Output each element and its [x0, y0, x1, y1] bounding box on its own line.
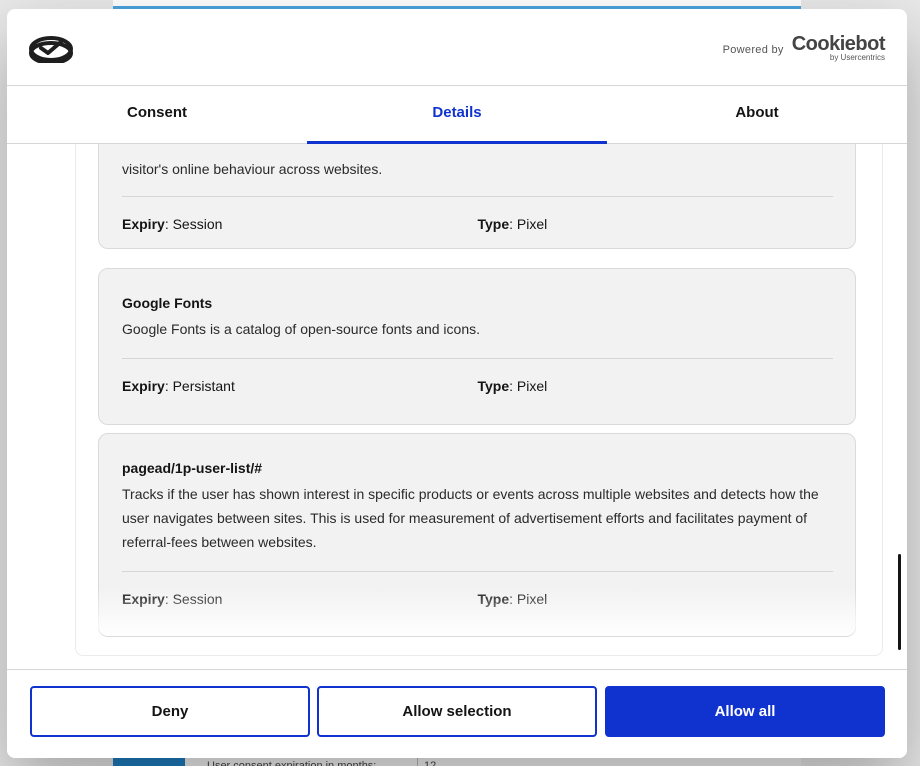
dialog-header: Powered by Cookiebot by Usercentrics — [7, 9, 907, 86]
tab-consent[interactable]: Consent — [7, 86, 307, 143]
cookie-card: visitor's online behaviour across websit… — [98, 144, 856, 249]
cookie-name: Google Fonts — [122, 295, 213, 311]
tab-details[interactable]: Details — [307, 86, 607, 144]
chevron-down-icon: ⌄ — [533, 760, 541, 766]
cookie-expiry: Expiry: Session — [122, 591, 223, 607]
card-divider — [122, 358, 833, 359]
cookie-meta: Expiry: Session Type: Pixel — [122, 590, 833, 608]
cookie-type: Type: Pixel — [477, 378, 548, 394]
cookie-meta: Expiry: Persistant Type: Pixel — [122, 377, 833, 395]
cookie-expiry: Expiry: Session — [122, 216, 223, 232]
cookie-description: Tracks if the user has shown interest in… — [122, 486, 819, 550]
cookie-description: Google Fonts is a catalog of open-source… — [122, 321, 480, 337]
cookiebot-brand-name: Cookiebot — [791, 33, 886, 55]
details-scroll-area[interactable]: visitor's online behaviour across websit… — [7, 144, 907, 669]
site-logo-icon — [29, 36, 73, 63]
cookie-card: Google Fonts Google Fonts is a catalog o… — [98, 268, 856, 425]
cookie-consent-dialog: Powered by Cookiebot by Usercentrics Con… — [7, 9, 907, 758]
deny-button[interactable]: Deny — [30, 686, 310, 737]
background-expiry-value: 12 — [424, 760, 437, 766]
cookiebot-logo: Cookiebot by Usercentrics — [791, 33, 886, 62]
cookie-card: pagead/1p-user-list/# Tracks if the user… — [98, 433, 856, 637]
cookie-name: pagead/1p-user-list/# — [122, 460, 263, 476]
powered-by-cookiebot[interactable]: Powered by Cookiebot by Usercentrics — [722, 33, 886, 62]
cookie-description: visitor's online behaviour across websit… — [122, 161, 383, 177]
dialog-footer: Deny Allow selection Allow all — [7, 669, 907, 758]
tab-about[interactable]: About — [607, 86, 907, 143]
cookie-expiry: Expiry: Persistant — [122, 378, 235, 394]
scrollbar-thumb[interactable] — [898, 554, 901, 650]
cookie-meta: Expiry: Session Type: Pixel — [122, 215, 833, 233]
allow-selection-button[interactable]: Allow selection — [317, 686, 597, 737]
powered-by-label: Powered by — [722, 44, 784, 56]
dialog-tabs: Consent Details About — [7, 86, 907, 144]
cookie-type: Type: Pixel — [477, 216, 548, 232]
card-divider — [122, 571, 833, 572]
card-divider — [122, 196, 833, 197]
cookiebot-brand-sub: by Usercentrics — [829, 53, 885, 62]
allow-all-button[interactable]: Allow all — [605, 686, 885, 737]
cookie-type: Type: Pixel — [477, 591, 548, 607]
